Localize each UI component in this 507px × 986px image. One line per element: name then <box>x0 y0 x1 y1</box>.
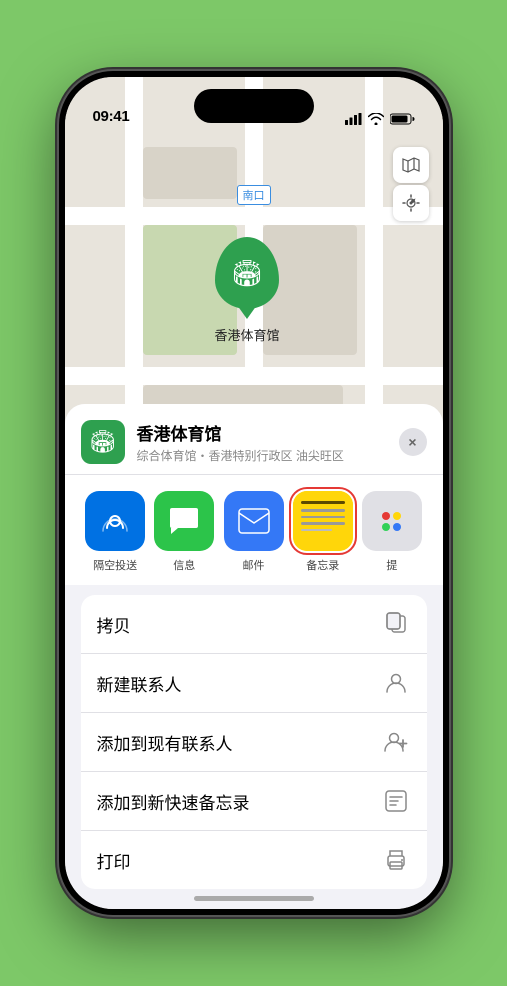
pin-icon-bg: 🏟 <box>215 237 279 309</box>
action-copy[interactable]: 拷贝 <box>81 595 427 654</box>
map-icon <box>402 156 420 174</box>
map-controls <box>393 147 429 221</box>
map-label-nankou: 南口 <box>237 185 271 205</box>
person-add-symbol <box>383 730 409 754</box>
signal-icon <box>345 113 362 125</box>
print-icon <box>381 845 411 875</box>
action-add-to-notes[interactable]: 添加到新快速备忘录 <box>81 772 427 831</box>
notes-icon <box>293 491 353 551</box>
status-bar: 09:41 <box>65 77 443 131</box>
printer-symbol <box>384 849 408 871</box>
action-print-label: 打印 <box>97 848 131 873</box>
action-new-contact-label: 新建联系人 <box>97 671 182 696</box>
action-new-contact[interactable]: 新建联系人 <box>81 654 427 713</box>
venue-info: 香港体育馆 综合体育馆・香港特别行政区 油尖旺区 <box>137 420 387 464</box>
quick-notes-icon <box>381 786 411 816</box>
action-add-to-notes-label: 添加到新快速备忘录 <box>97 789 250 814</box>
action-print[interactable]: 打印 <box>81 831 427 889</box>
pin-label: 香港体育馆 <box>214 325 279 344</box>
mail-label: 邮件 <box>243 557 265 573</box>
wifi-icon <box>368 113 384 125</box>
action-add-to-contact[interactable]: 添加到现有联系人 <box>81 713 427 772</box>
close-button[interactable]: × <box>399 428 427 456</box>
phone-frame: 09:41 <box>59 71 449 915</box>
messages-icon <box>154 491 214 551</box>
sheet-header: 🏟 香港体育馆 综合体育馆・香港特别行政区 油尖旺区 × <box>65 404 443 475</box>
map-type-button[interactable] <box>393 147 429 183</box>
notes-label: 备忘录 <box>306 557 339 573</box>
status-time: 09:41 <box>93 108 130 125</box>
mail-icon <box>224 491 284 551</box>
location-pin: 🏟 香港体育馆 <box>214 237 279 344</box>
messages-label: 信息 <box>173 557 195 573</box>
add-to-contact-icon <box>381 727 411 757</box>
share-item-mail[interactable]: 邮件 <box>219 491 288 573</box>
venue-name: 香港体育馆 <box>137 420 387 445</box>
share-item-airdrop[interactable]: 隔空投送 <box>81 491 150 573</box>
mail-symbol <box>238 508 270 534</box>
airdrop-symbol <box>100 506 130 536</box>
share-item-messages[interactable]: 信息 <box>150 491 219 573</box>
location-button[interactable] <box>393 185 429 221</box>
action-add-to-contact-label: 添加到现有联系人 <box>97 730 233 755</box>
person-symbol <box>384 671 408 695</box>
copy-symbol <box>385 612 407 636</box>
quick-note-symbol <box>385 790 407 812</box>
copy-icon <box>381 609 411 639</box>
home-indicator <box>194 896 314 901</box>
share-row: 隔空投送 信息 <box>65 475 443 585</box>
stadium-icon: 🏟 <box>230 258 263 289</box>
more-icon <box>362 491 422 551</box>
venue-icon: 🏟 <box>81 420 125 464</box>
venue-description: 综合体育馆・香港特别行政区 油尖旺区 <box>137 447 387 464</box>
compass-icon <box>402 194 420 212</box>
bottom-sheet: 🏟 香港体育馆 综合体育馆・香港特别行政区 油尖旺区 × <box>65 404 443 909</box>
phone-screen: 09:41 <box>65 77 443 909</box>
action-list: 拷贝 新建联系人 <box>81 595 427 889</box>
airdrop-label: 隔空投送 <box>93 557 137 573</box>
status-icons <box>345 113 415 125</box>
action-copy-label: 拷贝 <box>97 612 131 637</box>
share-item-more[interactable]: 提 <box>357 491 426 573</box>
messages-symbol <box>168 506 200 536</box>
new-contact-icon <box>381 668 411 698</box>
airdrop-icon <box>85 491 145 551</box>
share-item-notes[interactable]: 备忘录 <box>288 491 357 573</box>
battery-icon <box>390 113 415 125</box>
more-label: 提 <box>386 557 397 573</box>
map-block <box>143 147 237 199</box>
